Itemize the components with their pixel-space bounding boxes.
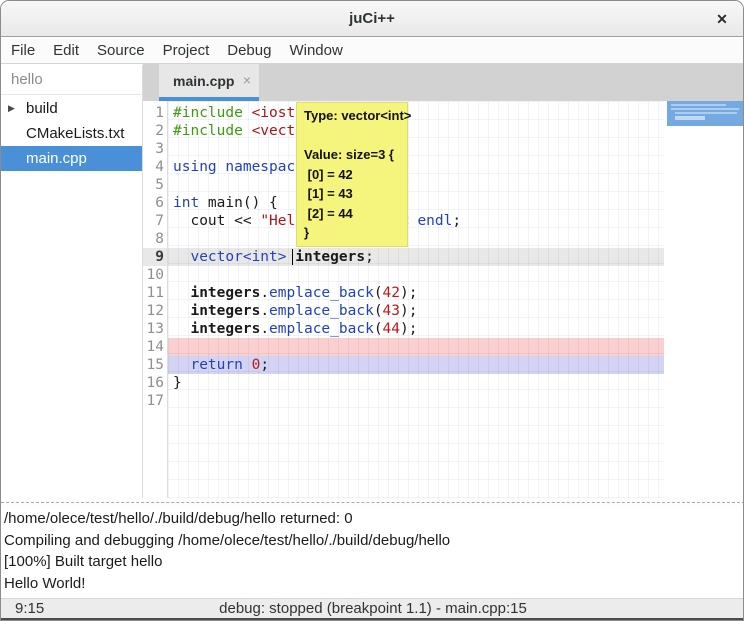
code-line[interactable]: return 0;: [173, 356, 461, 374]
tree-item-build[interactable]: ▶ build: [1, 96, 142, 121]
line-number[interactable]: 17: [143, 392, 164, 410]
line-number[interactable]: 7: [143, 212, 164, 230]
line-number[interactable]: 4: [143, 158, 164, 176]
expander-icon[interactable]: ▶: [8, 96, 15, 121]
code-line[interactable]: [173, 266, 461, 284]
tooltip-line: [0] = 42: [304, 165, 400, 185]
line-number[interactable]: 14: [143, 338, 164, 356]
code-line[interactable]: integers.emplace_back(43);: [173, 302, 461, 320]
tree-item-main-cpp[interactable]: main.cpp: [1, 146, 142, 171]
console-line: [100%] Built target hello: [4, 551, 744, 573]
line-number[interactable]: 11: [143, 284, 164, 302]
line-number[interactable]: 12: [143, 302, 164, 320]
tooltip-line: }: [304, 223, 400, 243]
line-number[interactable]: 2: [143, 122, 164, 140]
tree-item-label: build: [26, 96, 58, 121]
tab-main-cpp[interactable]: main.cpp ×: [159, 64, 259, 101]
line-number[interactable]: 8: [143, 230, 164, 248]
project-name-label: hello: [11, 71, 43, 88]
gutter: 1234567891011121314151617: [143, 104, 164, 410]
tooltip-line: Value: size=3 {: [304, 145, 400, 165]
code-line[interactable]: [173, 338, 461, 356]
close-icon: ✕: [716, 11, 728, 27]
code-line[interactable]: }: [173, 374, 461, 392]
sidebar: hello ▶ buildCMakeLists.txtmain.cpp: [1, 65, 142, 507]
titlebar: juCi++ ✕: [1, 1, 743, 37]
tooltip-line: Type: vector<int>: [304, 106, 400, 126]
menu-item-source[interactable]: Source: [88, 40, 154, 61]
tab-bar: main.cpp ×: [143, 64, 744, 101]
line-number[interactable]: 10: [143, 266, 164, 284]
menubar: FileEditSourceProjectDebugWindow: [1, 38, 743, 64]
line-number[interactable]: 16: [143, 374, 164, 392]
tab-label: main.cpp: [173, 73, 234, 89]
tree-item-label: CMakeLists.txt: [26, 121, 124, 146]
console-line: Hello World!: [4, 573, 744, 595]
code-line[interactable]: [173, 392, 461, 410]
line-number[interactable]: 9: [143, 248, 164, 266]
sidebar-separator: [1, 94, 142, 95]
line-number[interactable]: 1: [143, 104, 164, 122]
tooltip-line: [2] = 44: [304, 204, 400, 224]
line-number[interactable]: 6: [143, 194, 164, 212]
line-number[interactable]: 3: [143, 140, 164, 158]
close-button[interactable]: ✕: [711, 9, 733, 31]
window-title: juCi++: [1, 10, 743, 27]
debug-value-tooltip: Type: vector<int> Value: size=3 { [0] = 4…: [296, 102, 408, 247]
debug-status-label: debug: stopped (breakpoint 1.1) - main.c…: [1, 599, 744, 618]
tooltip-line: [304, 126, 400, 146]
statusbar: 9:15 debug: stopped (breakpoint 1.1) - m…: [1, 598, 744, 618]
tooltip-line: [1] = 43: [304, 184, 400, 204]
menu-item-project[interactable]: Project: [154, 40, 219, 61]
tab-close-icon: ×: [243, 72, 251, 88]
console-line: Compiling and debugging /home/olece/test…: [4, 530, 744, 552]
blue-overlay-popup: [667, 101, 744, 126]
menu-item-window[interactable]: Window: [280, 40, 351, 61]
text-cursor: [292, 249, 293, 265]
menu-item-debug[interactable]: Debug: [218, 40, 280, 61]
terminal-output[interactable]: /home/olece/test/hello/./build/debug/hel…: [1, 507, 744, 598]
code-line[interactable]: integers.emplace_back(44);: [173, 320, 461, 338]
editor-console-divider[interactable]: [1, 498, 744, 507]
tab-close-button[interactable]: ×: [243, 72, 251, 88]
menu-item-file[interactable]: File: [2, 40, 44, 61]
app-window: juCi++ ✕ FileEditSourceProjectDebugWindo…: [0, 0, 744, 621]
tree-item-label: main.cpp: [26, 146, 87, 171]
code-line[interactable]: integers.emplace_back(42);: [173, 284, 461, 302]
code-editor[interactable]: 1234567891011121314151617 #include <iost…: [143, 101, 744, 498]
tree-item-cmakelists-txt[interactable]: CMakeLists.txt: [1, 121, 142, 146]
line-number[interactable]: 15: [143, 356, 164, 374]
code-line[interactable]: vector<int> integers;: [173, 248, 461, 266]
console-line: /home/olece/test/hello/./build/debug/hel…: [4, 508, 744, 530]
menu-item-edit[interactable]: Edit: [44, 40, 88, 61]
gutter-border: [167, 101, 168, 498]
line-number[interactable]: 13: [143, 320, 164, 338]
line-number[interactable]: 5: [143, 176, 164, 194]
file-tree: ▶ buildCMakeLists.txtmain.cpp: [1, 96, 142, 171]
